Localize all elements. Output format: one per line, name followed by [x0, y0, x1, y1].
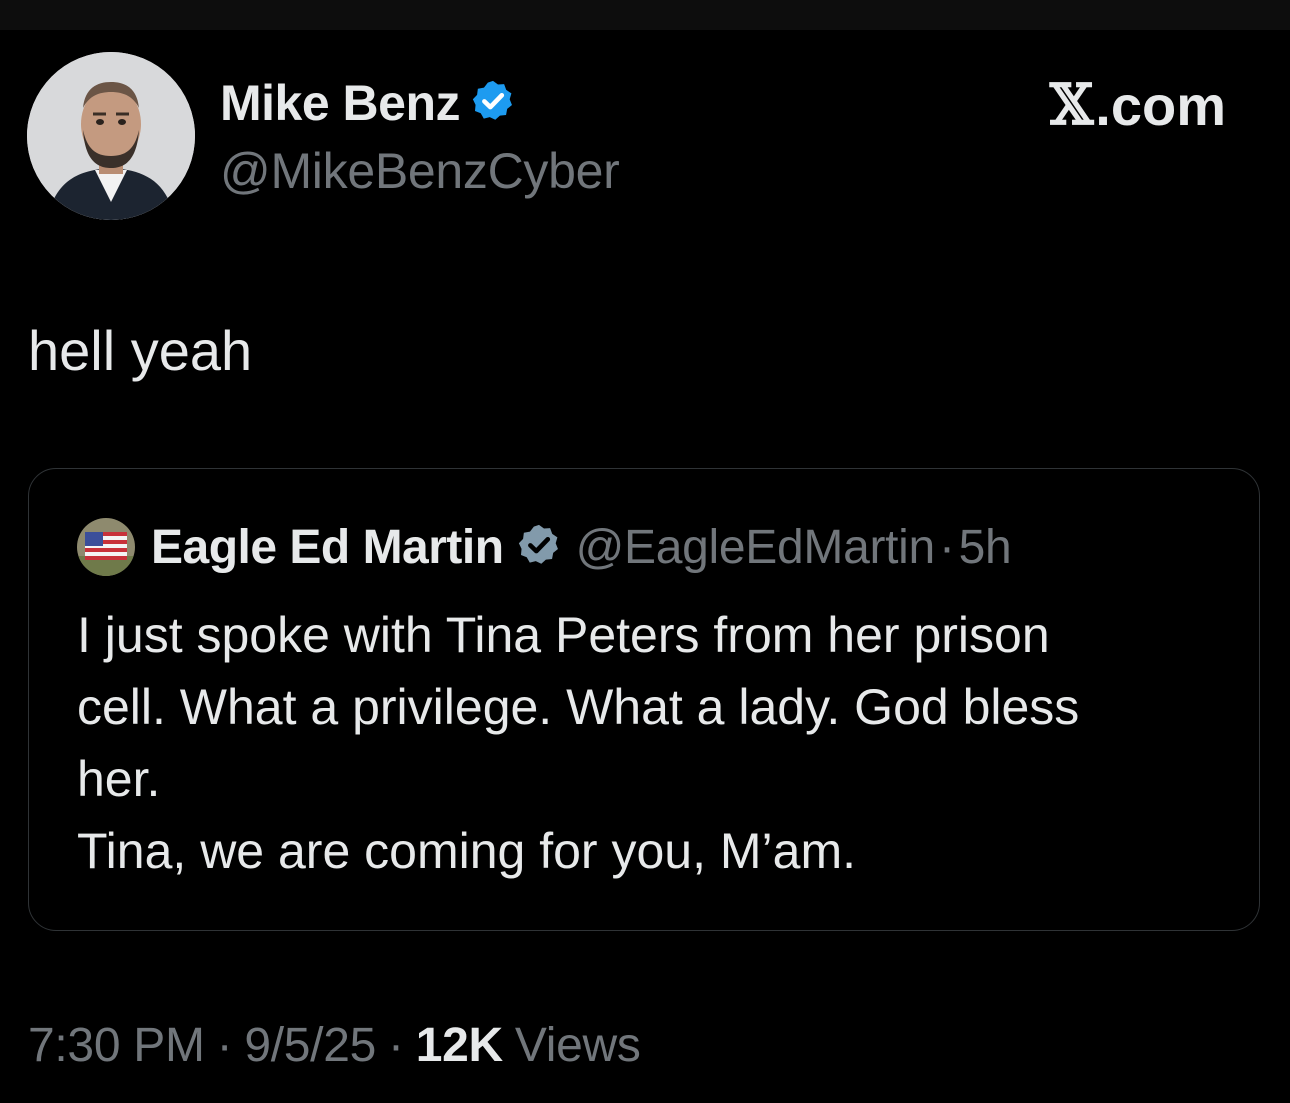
avatar-photo-icon [27, 52, 195, 220]
quoted-tweet-time[interactable]: 5h [959, 520, 1012, 575]
separator-dot: · [216, 1018, 233, 1072]
tweet-time[interactable]: 7:30 PM [28, 1018, 205, 1073]
quoted-tweet-header: Eagle Ed Martin @EagleEdMartin · 5h [77, 517, 1012, 577]
author-avatar[interactable] [27, 52, 195, 220]
quoted-author-handle[interactable]: @EagleEdMartin [576, 520, 936, 575]
x-logo-icon: 𝕏 [1049, 72, 1094, 138]
quoted-text-line: Tina, we are coming for you, M’am. [77, 823, 856, 879]
quoted-text-line: cell. What a privilege. What a lady. God… [77, 679, 1080, 735]
author-name-row: Mike Benz [220, 72, 516, 134]
author-name[interactable]: Mike Benz [220, 74, 461, 132]
views-count[interactable]: 12K [416, 1018, 503, 1073]
quoted-tweet-text: I just spoke with Tina Peters from her p… [77, 599, 1227, 887]
tweet-date[interactable]: 9/5/25 [244, 1018, 376, 1073]
flag-avatar-icon [77, 518, 135, 576]
verified-badge-icon[interactable] [470, 78, 516, 129]
separator-dot: · [388, 1018, 404, 1072]
quoted-text-line: her. [77, 751, 161, 807]
status-strip [0, 0, 1290, 30]
brand-watermark: 𝕏 .com [1050, 72, 1226, 138]
author-handle[interactable]: @MikeBenzCyber [220, 142, 620, 200]
quoted-text-line: I just spoke with Tina Peters from her p… [77, 607, 1050, 663]
brand-domain: .com [1095, 73, 1226, 137]
tweet-text: hell yeah [28, 319, 253, 382]
quoted-author-avatar[interactable] [77, 518, 135, 576]
quoted-author-name[interactable]: Eagle Ed Martin [151, 520, 504, 575]
verified-badge-icon[interactable] [516, 522, 562, 573]
tweet-meta: 7:30 PM · 9/5/25 · 12K Views [28, 1014, 641, 1076]
views-label: Views [514, 1018, 641, 1072]
separator-dot: · [938, 520, 955, 574]
quoted-tweet-card[interactable]: Eagle Ed Martin @EagleEdMartin · 5h I ju… [28, 468, 1260, 931]
